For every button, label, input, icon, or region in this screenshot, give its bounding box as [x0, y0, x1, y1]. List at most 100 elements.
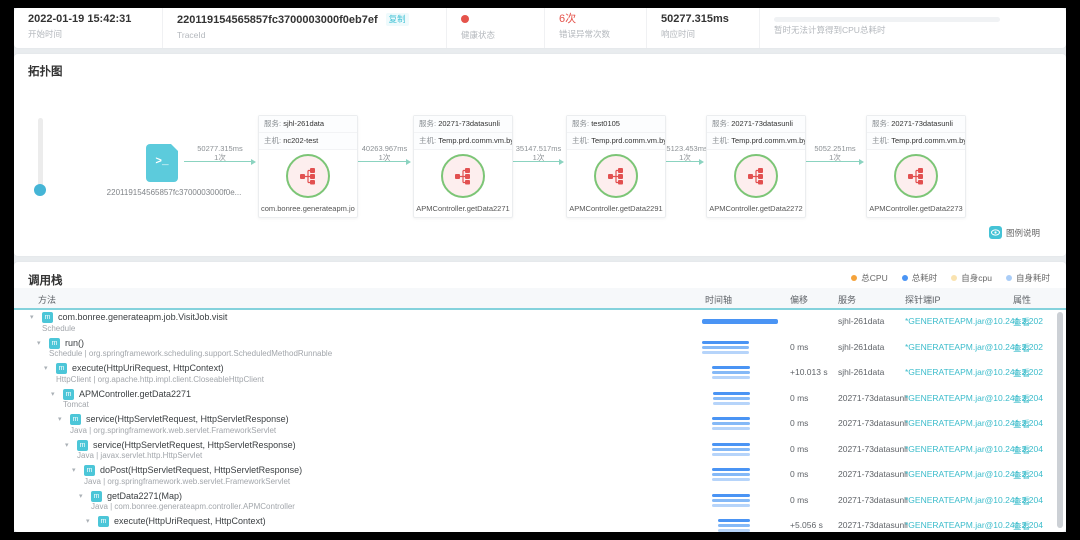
legend-item[interactable]: 总耗时	[902, 272, 938, 284]
legend-item[interactable]: 自身耗时	[1006, 272, 1050, 284]
service-cluster-icon[interactable]	[286, 154, 330, 198]
expand-chevron-icon[interactable]: ▾	[72, 466, 76, 475]
service-node-card[interactable]: 服务: 20271-73datasunli主机: Temp.prd.comm.v…	[413, 115, 513, 218]
node-service-line: 服务: 20271-73datasunli	[707, 116, 805, 133]
legend-dot-icon	[902, 275, 908, 281]
method-name[interactable]: service(HttpServletRequest, HttpServletR…	[93, 440, 296, 450]
zoom-slider-track[interactable]	[38, 118, 43, 192]
method-type-icon: m	[77, 440, 88, 451]
node-service-line: 服务: sjhl-261data	[259, 116, 357, 133]
callstack-row[interactable]: ▾mexecute(HttpUriRequest, HttpContext)+5…	[14, 514, 1066, 532]
host-key: 主机:	[872, 136, 889, 145]
method-name[interactable]: execute(HttpUriRequest, HttpContext)	[114, 516, 266, 526]
callstack-row[interactable]: ▾mAPMController.getData2271Tomcat0 ms202…	[14, 387, 1066, 413]
timeline-bar	[713, 402, 750, 405]
service-cluster-icon[interactable]	[894, 154, 938, 198]
service-node-card[interactable]: 服务: sjhl-261data主机: nc202-testcom.bonree…	[258, 115, 358, 218]
node-host-line: 主机: Temp.prd.comm.vm.by.idc.b...	[707, 133, 805, 150]
callstack-legend: 总CPU 总耗时 自身cpu 自身耗时	[837, 272, 1050, 284]
view-attributes-link[interactable]: 查看	[1013, 444, 1030, 456]
response-time-value: 50277.315ms	[661, 13, 759, 26]
copy-trace-id-button[interactable]: 复制	[386, 13, 409, 26]
node-method-label: APMController.getData2291	[569, 204, 663, 213]
callstack-row[interactable]: ▾mrun()Schedule | org.springframework.sc…	[14, 336, 1066, 362]
service-value: 20271-73datasunli	[438, 119, 500, 128]
host-value: Temp.prd.comm.vm.by.idc.b...	[438, 136, 512, 145]
callstack-row[interactable]: ▾mexecute(HttpUriRequest, HttpContext)Ht…	[14, 361, 1066, 387]
expand-chevron-icon[interactable]: ▾	[58, 415, 62, 424]
eye-icon	[989, 226, 1002, 239]
trace-entry-icon[interactable]: >_	[146, 144, 178, 182]
service-key: 服务:	[264, 119, 281, 128]
service-cluster-icon[interactable]	[734, 154, 778, 198]
expand-chevron-icon[interactable]: ▾	[65, 441, 69, 450]
view-attributes-link[interactable]: 查看	[1013, 342, 1030, 354]
view-attributes-link[interactable]: 查看	[1013, 316, 1030, 328]
callstack-row[interactable]: ▾mdoPost(HttpServletRequest, HttpServlet…	[14, 463, 1066, 489]
method-name[interactable]: com.bonree.generateapm.job.VisitJob.visi…	[58, 312, 227, 322]
method-type-icon: m	[63, 389, 74, 400]
legend-toggle-button[interactable]: 图例说明	[989, 226, 1040, 239]
view-attributes-link[interactable]: 查看	[1013, 367, 1030, 379]
legend-item[interactable]: 总CPU	[851, 272, 887, 284]
view-attributes-link[interactable]: 查看	[1013, 393, 1030, 405]
method-name[interactable]: execute(HttpUriRequest, HttpContext)	[72, 363, 224, 373]
expand-chevron-icon[interactable]: ▾	[51, 390, 55, 399]
start-time-label: 开始时间	[28, 29, 162, 39]
view-attributes-link[interactable]: 查看	[1013, 495, 1030, 507]
legend-label: 总耗时	[912, 272, 938, 284]
legend-item[interactable]: 自身cpu	[951, 272, 992, 284]
timeline-bar	[712, 473, 750, 476]
service-name: 20271-73datasunli	[838, 393, 908, 403]
view-attributes-link[interactable]: 查看	[1013, 469, 1030, 481]
service-key: 服务:	[712, 119, 729, 128]
expand-chevron-icon[interactable]: ▾	[86, 517, 90, 526]
callstack-row[interactable]: ▾mcom.bonree.generateapm.job.VisitJob.vi…	[14, 310, 1066, 336]
error-count-section: 6次 错误异常次数	[544, 8, 646, 48]
expand-chevron-icon[interactable]: ▾	[44, 364, 48, 373]
node-method-label: APMController.getData2273	[869, 204, 963, 213]
column-header-3: 偏移	[790, 293, 808, 306]
expand-chevron-icon[interactable]: ▾	[30, 313, 34, 322]
method-type-icon: m	[70, 414, 81, 425]
health-section: 健康状态	[446, 8, 544, 48]
timeline-bar	[712, 422, 750, 425]
service-cluster-icon[interactable]	[441, 154, 485, 198]
callstack-panel: 调用栈 总CPU总耗时自身cpu自身耗时 方法时间轴偏移服务探针端IP属性 ▾m…	[14, 262, 1066, 532]
callstack-row[interactable]: ▾ m service(HttpServletRequest, HttpServle…	[14, 412, 1066, 438]
expand-chevron-icon[interactable]: ▾	[37, 339, 41, 348]
expand-chevron-icon[interactable]: ▾	[79, 492, 83, 501]
view-attributes-link[interactable]: 查看	[1013, 520, 1030, 532]
host-key: 主机:	[264, 136, 281, 145]
service-node-card[interactable]: 服务: test0105主机: Temp.prd.comm.vm.by.idc.…	[566, 115, 666, 218]
start-time-value: 2022-01-19 15:42:31	[28, 13, 162, 26]
method-name[interactable]: service(HttpServletRequest, HttpServletR…	[86, 414, 289, 424]
offset-value: 0 ms	[790, 469, 808, 479]
service-name: 20271-73datasunli	[838, 418, 908, 428]
method-name[interactable]: getData2271(Map)	[107, 491, 182, 501]
method-name[interactable]: APMController.getData2271	[79, 389, 191, 399]
method-name[interactable]: doPost(HttpServletRequest, HttpServletRe…	[100, 465, 302, 475]
service-name: sjhl-261data	[838, 342, 884, 352]
callstack-row[interactable]: ▾ m service(HttpServletRequest, HttpServle…	[14, 438, 1066, 464]
service-cluster-icon[interactable]	[594, 154, 638, 198]
timeline-bar	[713, 397, 750, 400]
zoom-slider-thumb[interactable]	[34, 184, 46, 196]
service-node-card[interactable]: 服务: 20271-73datasunli主机: Temp.prd.comm.v…	[706, 115, 806, 218]
timeline-bars	[700, 518, 792, 532]
vertical-scrollbar[interactable]	[1057, 312, 1063, 528]
timeline-bar	[712, 376, 750, 379]
method-name[interactable]: run()	[65, 338, 84, 348]
timeline-bar	[702, 341, 749, 344]
view-attributes-link[interactable]: 查看	[1013, 418, 1030, 430]
node-method-label: APMController.getData2271	[416, 204, 510, 213]
method-detail: Java | org.springframework.web.servlet.F…	[84, 477, 290, 486]
timeline-bars	[700, 467, 792, 485]
host-key: 主机:	[712, 136, 729, 145]
legend-label: 自身耗时	[1016, 272, 1050, 284]
callstack-row[interactable]: ▾mgetData2271(Map)Java | com.bonree.gene…	[14, 489, 1066, 515]
edge-label: 50277.315ms1次	[175, 144, 265, 162]
host-key: 主机:	[572, 136, 589, 145]
service-node-card[interactable]: 服务: 20271-73datasunli主机: Temp.prd.comm.v…	[866, 115, 966, 218]
service-name: 20271-73datasunli	[838, 520, 908, 530]
